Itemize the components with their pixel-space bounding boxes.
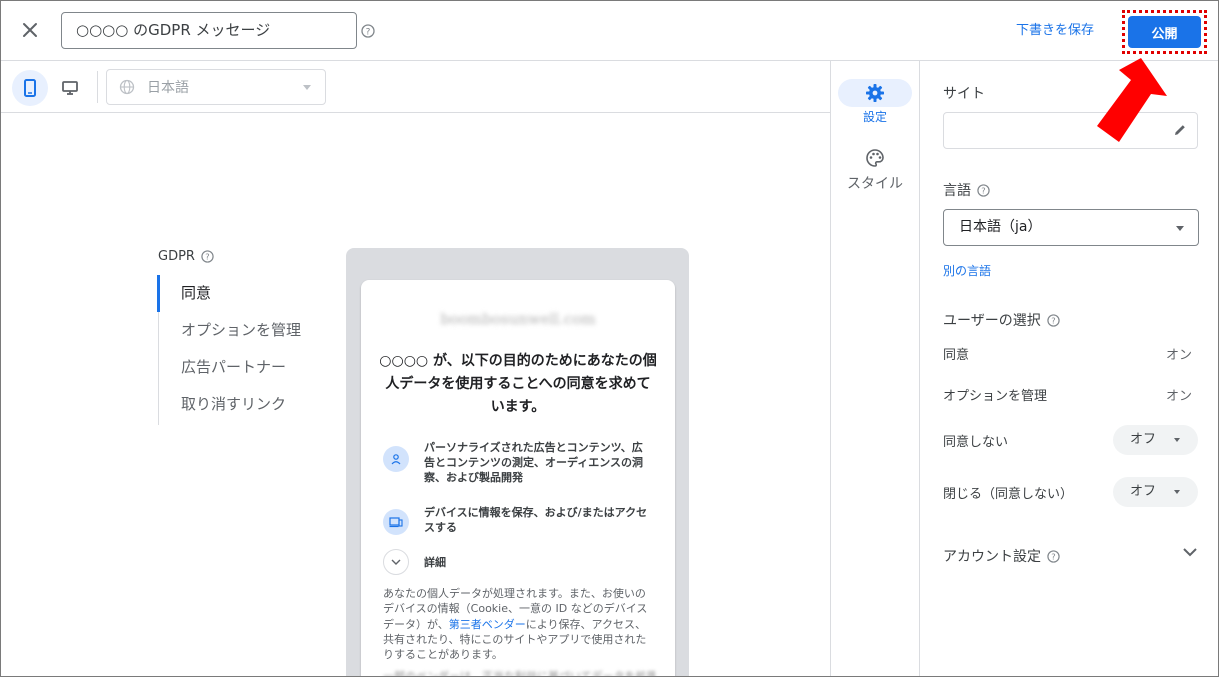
nav-item-consent[interactable]: 同意 [157,275,318,312]
pencil-icon[interactable] [1173,123,1187,137]
close-icon [23,23,37,37]
palette-icon [866,149,884,167]
dropdown-caret-icon [1174,438,1180,442]
choice-row-manage-options: オプションを管理 オン [943,379,1198,409]
help-icon[interactable]: ? [1047,549,1060,563]
consent-headline: ○○○○ が、以下の目的のためにあなたの個人データを使用することへの同意を求めて… [379,353,657,415]
svg-text:?: ? [205,252,209,262]
style-pill [838,144,912,172]
nav-item-manage-options[interactable]: オプションを管理 [159,312,318,349]
svg-text:?: ? [1051,551,1055,561]
choice-value: オン [1165,389,1192,404]
details-toggle[interactable]: 詳細 [383,549,446,575]
gdpr-heading-text: GDPR [158,249,195,264]
user-choice-label: ユーザーの選択 ? [943,310,1060,330]
consent-body-text: あなたの個人データが処理されます。また、お使いのデバイスの情報（Cookie、一… [383,586,655,662]
gear-icon [866,84,884,102]
account-settings-expander[interactable]: アカウント設定 ? [943,544,1198,568]
nav-item-ad-partners[interactable]: 広告パートナー [159,349,318,386]
red-arrow-annotation [1097,58,1167,142]
settings-pill [838,79,912,107]
close-button[interactable] [15,15,45,45]
help-icon[interactable]: ? [201,250,214,263]
choice-toggle-dropdown[interactable]: オフ [1113,477,1198,507]
language-select[interactable]: 日本語（ja） [943,209,1199,246]
body-text-blurred: 一部のベンダーは、正当な利益に基づいてデータを処理 [383,670,655,677]
dropdown-caret-icon [1176,226,1184,231]
preview-toolbar: 日本語 [1,61,830,113]
svg-text:?: ? [981,185,985,195]
publish-highlight-annotation: 公開 [1122,10,1207,54]
dropdown-caret-icon [1174,490,1180,494]
choice-toggle-dropdown[interactable]: オフ [1113,425,1198,455]
purpose-item: デバイスに情報を保存、および/またはアクセスする [383,503,653,535]
rail-style-label: スタイル [847,176,903,192]
person-icon [383,446,409,472]
save-draft-button[interactable]: 下書きを保存 [1016,19,1094,38]
gdpr-section-heading: GDPR ? [158,249,214,264]
details-label: 詳細 [424,556,446,569]
purpose-item: パーソナライズされた広告とコンテンツ、広告とコンテンツの測定、オーディエンスの洞… [383,440,653,485]
rail-settings-label: 設定 [862,110,887,124]
help-icon[interactable]: ? [1047,313,1060,327]
svg-text:?: ? [1051,315,1055,325]
message-title-input[interactable]: ○○○○ のGDPR メッセージ [61,12,357,49]
smartphone-icon [24,79,36,97]
publish-button[interactable]: 公開 [1128,16,1201,48]
rail-tab-settings[interactable]: 設定 [831,79,919,125]
site-domain-blurred: boombosunwell.com [440,310,596,328]
purpose-text: パーソナライズされた広告とコンテンツ、広告とコンテンツの測定、オーディエンスの洞… [424,441,644,484]
choice-name: 同意 [943,348,970,363]
language-select-value: 日本語（ja） [959,219,1042,235]
message-section-nav: 同意 オプションを管理 広告パートナー 取り消すリンク [157,275,318,425]
preview-language-select[interactable]: 日本語 [106,69,326,105]
help-icon[interactable]: ? [977,183,990,197]
help-icon[interactable]: ? [361,23,375,42]
svg-text:?: ? [366,27,371,37]
chevron-down-icon[interactable] [1182,546,1198,558]
choice-value: オフ [1130,484,1157,499]
choice-value: オフ [1130,432,1157,447]
user-choice-label-text: ユーザーの選択 [943,313,1041,329]
consent-message-card: boombosunwell.com ○○○○ が、以下の目的のためにあなたの個人… [361,280,675,677]
account-settings-label: アカウント設定 ? [943,546,1060,566]
account-settings-text: アカウント設定 [943,549,1041,565]
settings-rail: 設定 スタイル [830,61,920,676]
globe-icon [119,79,135,95]
desktop-preview-button[interactable] [52,70,88,106]
devices-icon [383,509,409,535]
site-label: サイト [943,83,985,103]
choice-row-do-not-consent: 同意しない オフ [943,425,1198,455]
other-language-link[interactable]: 別の言語 [943,262,991,279]
toolbar-divider [97,71,98,103]
choice-value: オン [1165,348,1192,363]
choice-name: オプションを管理 [943,389,1048,404]
app-window: ○○○○ のGDPR メッセージ ? 下書きを保存 公開 日本語 GDPR ? … [0,0,1219,677]
language-label: 言語 ? [943,180,990,200]
language-label-text: 言語 [943,183,971,199]
chevron-down-icon[interactable] [383,549,409,575]
preview-language-value: 日本語 [147,80,189,96]
purpose-text: デバイスに情報を保存、および/またはアクセスする [424,506,648,534]
top-bar: ○○○○ のGDPR メッセージ ? 下書きを保存 公開 [1,1,1218,61]
choice-name: 同意しない [943,435,1009,450]
mobile-preview-button[interactable] [12,70,48,106]
choice-name: 閉じる（同意しない） [943,487,1074,502]
third-party-vendors-link[interactable]: 第三者ベンダー [449,618,526,631]
rail-tab-style[interactable]: スタイル [831,144,919,193]
choice-row-consent: 同意 オン [943,338,1198,368]
site-label-text: サイト [943,86,985,102]
settings-panel: サイト 言語 ? 日本語（ja） 別の言語 ユーザーの選択 ? 同意 オン オプ… [920,61,1218,676]
choice-row-close-do-not-consent: 閉じる（同意しない） オフ [943,477,1198,507]
dropdown-caret-icon [303,85,311,90]
nav-item-revoke-link[interactable]: 取り消すリンク [159,386,318,423]
monitor-icon [62,81,78,95]
